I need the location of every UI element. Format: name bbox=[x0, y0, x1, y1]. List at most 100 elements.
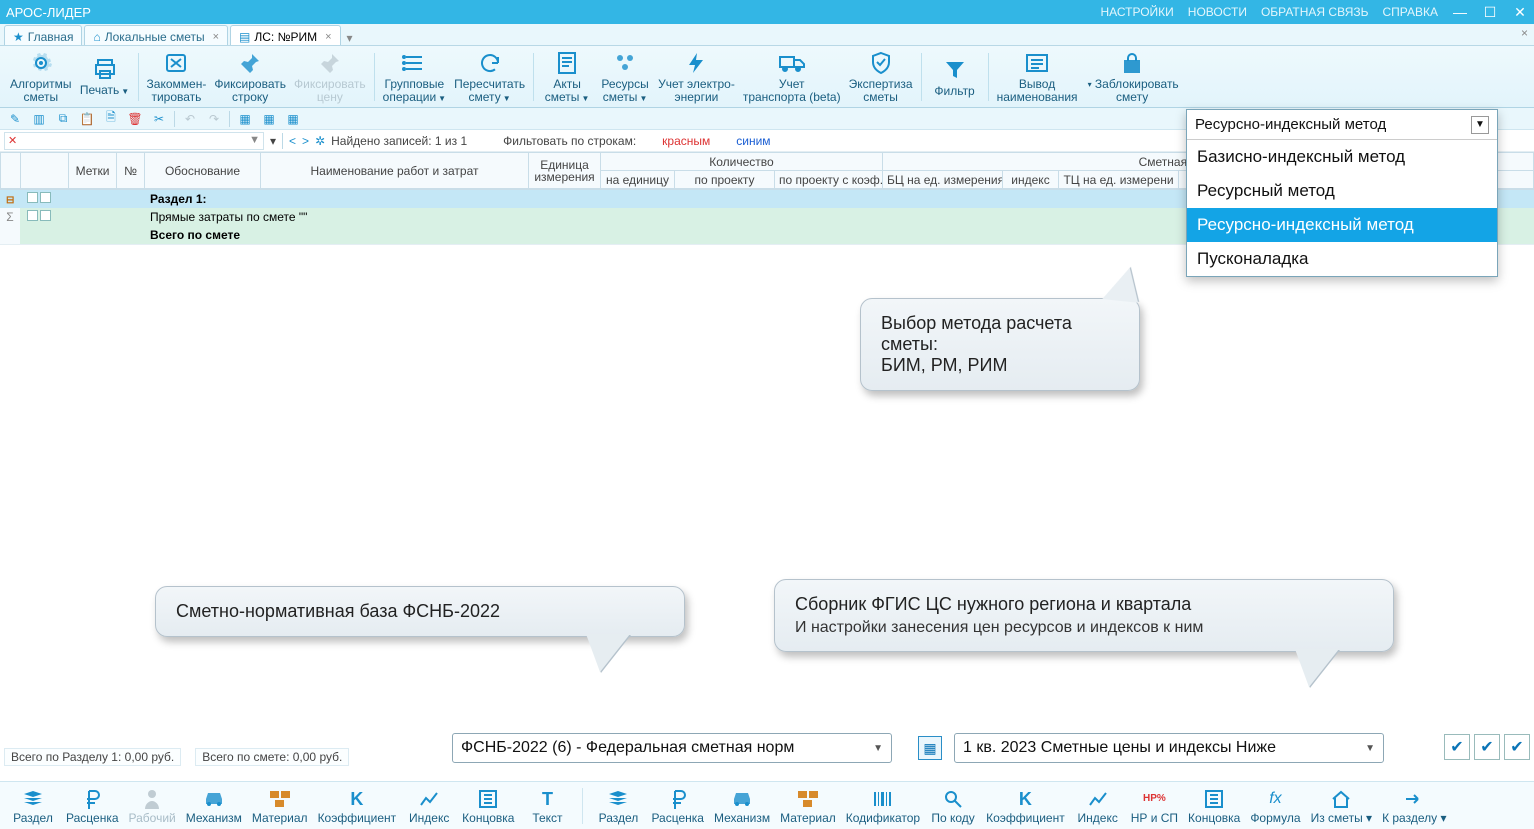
scissors-icon[interactable]: ✂ bbox=[150, 110, 168, 128]
ribbon-groupops[interactable]: Групповые операции▼ bbox=[379, 49, 450, 105]
paste-icon[interactable]: 📋 bbox=[78, 110, 96, 128]
btn-ending2[interactable]: Концовка bbox=[1184, 788, 1244, 824]
book-icon[interactable]: ▥ bbox=[30, 110, 48, 128]
ribbon-transport[interactable]: Учет транспорта (beta) bbox=[739, 49, 845, 105]
btn-section2[interactable]: Раздел bbox=[591, 788, 645, 824]
delete-icon[interactable]: 🗑 bbox=[126, 110, 144, 128]
checkbox[interactable] bbox=[27, 210, 38, 221]
btn-tosection[interactable]: К разделу ▾ bbox=[1378, 788, 1450, 824]
edit-icon[interactable]: ✎ bbox=[6, 110, 24, 128]
grid3-icon[interactable]: ▦ bbox=[284, 110, 302, 128]
btn-nrsp[interactable]: НР%НР и СП bbox=[1127, 788, 1182, 824]
undo-icon[interactable]: ↶ bbox=[181, 110, 199, 128]
funnel-small-icon[interactable]: ▼ bbox=[249, 134, 260, 146]
method-dropdown[interactable]: Ресурсно-индексный метод ▼ Базисно-индек… bbox=[1186, 109, 1498, 277]
ribbon-expertise[interactable]: Экспертиза сметы bbox=[845, 49, 917, 105]
method-option-bim[interactable]: Базисно-индексный метод bbox=[1187, 140, 1497, 174]
btn-mechanism2[interactable]: Механизм bbox=[710, 788, 774, 824]
search-input[interactable]: ✕ ▼ bbox=[4, 132, 264, 150]
redo-icon[interactable]: ↷ bbox=[205, 110, 223, 128]
tab-local[interactable]: ⌂ Локальные сметы × bbox=[84, 25, 228, 45]
ribbon-algorithms[interactable]: Алгоритмы сметы bbox=[6, 49, 76, 105]
col-justif[interactable]: Обоснование bbox=[145, 153, 261, 189]
copy-icon[interactable]: ⧉ bbox=[54, 110, 72, 128]
menu-news[interactable]: НОВОСТИ bbox=[1188, 5, 1247, 19]
tab-local-close[interactable]: × bbox=[213, 31, 219, 43]
col-marks[interactable]: Метки bbox=[69, 153, 117, 189]
method-option-rm[interactable]: Ресурсный метод bbox=[1187, 174, 1497, 208]
btn-codifier[interactable]: Кодификатор bbox=[842, 788, 924, 824]
doc-icon[interactable]: 🗎 bbox=[102, 110, 120, 128]
ribbon-recalc[interactable]: Пересчитать смету▼ bbox=[450, 49, 529, 105]
btn-section[interactable]: Раздел bbox=[6, 788, 60, 824]
btn-text[interactable]: TТекст bbox=[520, 788, 574, 824]
btn-bycode[interactable]: По коду bbox=[926, 788, 980, 824]
tab-ls-rim[interactable]: ▤ ЛС: №РИМ × bbox=[230, 25, 341, 45]
col-cost2[interactable]: индекс bbox=[1003, 171, 1059, 189]
filter-red[interactable]: красным bbox=[662, 134, 710, 148]
btn-coef2[interactable]: KКоэффициент bbox=[982, 788, 1069, 824]
base-select[interactable]: ФСНБ-2022 (6) - Федеральная сметная норм… bbox=[452, 733, 892, 763]
col-name[interactable]: Наименование работ и затрат bbox=[261, 153, 529, 189]
btn-material2[interactable]: Материал bbox=[776, 788, 840, 824]
col-no[interactable]: № bbox=[117, 153, 145, 189]
close-icon[interactable]: ✕ bbox=[1512, 4, 1528, 20]
grid1-icon[interactable]: ▦ bbox=[236, 110, 254, 128]
btn-index[interactable]: Индекс bbox=[402, 788, 456, 824]
method-selected[interactable]: Ресурсно-индексный метод ▼ bbox=[1187, 110, 1497, 140]
method-option-rim[interactable]: Ресурсно-индексный метод bbox=[1187, 208, 1497, 242]
col-qty2[interactable]: по проекту bbox=[675, 171, 775, 189]
method-option-pn[interactable]: Пусконаладка bbox=[1187, 242, 1497, 276]
grid-toggle-icon[interactable]: ▦ bbox=[918, 736, 942, 760]
check3[interactable]: ✔ bbox=[1504, 734, 1530, 760]
tabs-overflow[interactable]: ▾ bbox=[347, 31, 353, 45]
col-unit[interactable]: Единица измерения bbox=[529, 153, 601, 189]
tab-main[interactable]: ★ Главная bbox=[4, 25, 82, 45]
checkbox[interactable] bbox=[40, 192, 51, 203]
menu-feedback[interactable]: ОБРАТНАЯ СВЯЗЬ bbox=[1261, 5, 1369, 19]
ribbon-acts[interactable]: Акты сметы▼ bbox=[538, 49, 596, 105]
checkbox[interactable] bbox=[27, 192, 38, 203]
grid2-icon[interactable]: ▦ bbox=[260, 110, 278, 128]
maximize-icon[interactable]: ☐ bbox=[1482, 4, 1498, 20]
ribbon-nameout[interactable]: Вывод наименования bbox=[993, 49, 1082, 105]
check2[interactable]: ✔ bbox=[1474, 734, 1500, 760]
ribbon-electro[interactable]: Учет электро- энергии bbox=[654, 49, 739, 105]
col-cost1[interactable]: БЦ на ед. измерения bbox=[883, 171, 1003, 189]
prev-icon[interactable]: < bbox=[289, 134, 296, 148]
menu-settings[interactable]: НАСТРОЙКИ bbox=[1100, 5, 1173, 19]
col-qty[interactable]: Количество bbox=[601, 153, 883, 171]
next-icon[interactable]: > bbox=[302, 134, 309, 148]
col-qty3[interactable]: по проекту с коэф. bbox=[775, 171, 883, 189]
ribbon-resources[interactable]: Ресурсы сметы▼ bbox=[596, 49, 654, 105]
ribbon-fixrow[interactable]: Фиксировать строку bbox=[210, 49, 290, 105]
btn-fromsmeta[interactable]: Из сметы ▾ bbox=[1307, 788, 1376, 824]
ribbon-lock[interactable]: ▾ Заблокировать смету bbox=[1082, 49, 1183, 105]
down-icon[interactable]: ▾ bbox=[270, 134, 276, 148]
btn-ending[interactable]: Концовка bbox=[458, 788, 518, 824]
btn-formula[interactable]: fxФормула bbox=[1246, 788, 1304, 824]
btn-rate2[interactable]: Расценка bbox=[647, 788, 708, 824]
chevron-down-icon[interactable]: ▼ bbox=[1471, 116, 1489, 134]
ribbon-comment[interactable]: Закоммен- тировать bbox=[143, 49, 211, 105]
btn-material[interactable]: Материал bbox=[248, 788, 312, 824]
check1[interactable]: ✔ bbox=[1444, 734, 1470, 760]
filter-blue[interactable]: синим bbox=[736, 134, 770, 148]
minimize-icon[interactable]: — bbox=[1452, 4, 1468, 20]
col-cost3[interactable]: ТЦ на ед. измерени bbox=[1059, 171, 1179, 189]
ribbon-print[interactable]: Печать▼ bbox=[76, 49, 134, 105]
btn-index2[interactable]: Индекс bbox=[1071, 788, 1125, 824]
prices-select[interactable]: 1 кв. 2023 Сметные цены и индексы Ниже ▼ bbox=[954, 733, 1384, 763]
btn-mechanism[interactable]: Механизм bbox=[182, 788, 246, 824]
tabs-close-all[interactable]: × bbox=[1521, 26, 1528, 40]
col-qty1[interactable]: на единицу bbox=[601, 171, 675, 189]
expand-icon[interactable]: ⊟ bbox=[0, 190, 20, 208]
btn-rate[interactable]: Расценка bbox=[62, 788, 123, 824]
menu-help[interactable]: СПРАВКА bbox=[1383, 5, 1439, 19]
clear-search-icon[interactable]: ✕ bbox=[8, 134, 17, 147]
ribbon-filter[interactable]: Фильтр bbox=[926, 49, 984, 105]
gear-small-icon[interactable]: ✲ bbox=[315, 134, 325, 148]
btn-coef[interactable]: KКоэффициент bbox=[314, 788, 401, 824]
checkbox[interactable] bbox=[40, 210, 51, 221]
tab-ls-close[interactable]: × bbox=[325, 31, 331, 43]
